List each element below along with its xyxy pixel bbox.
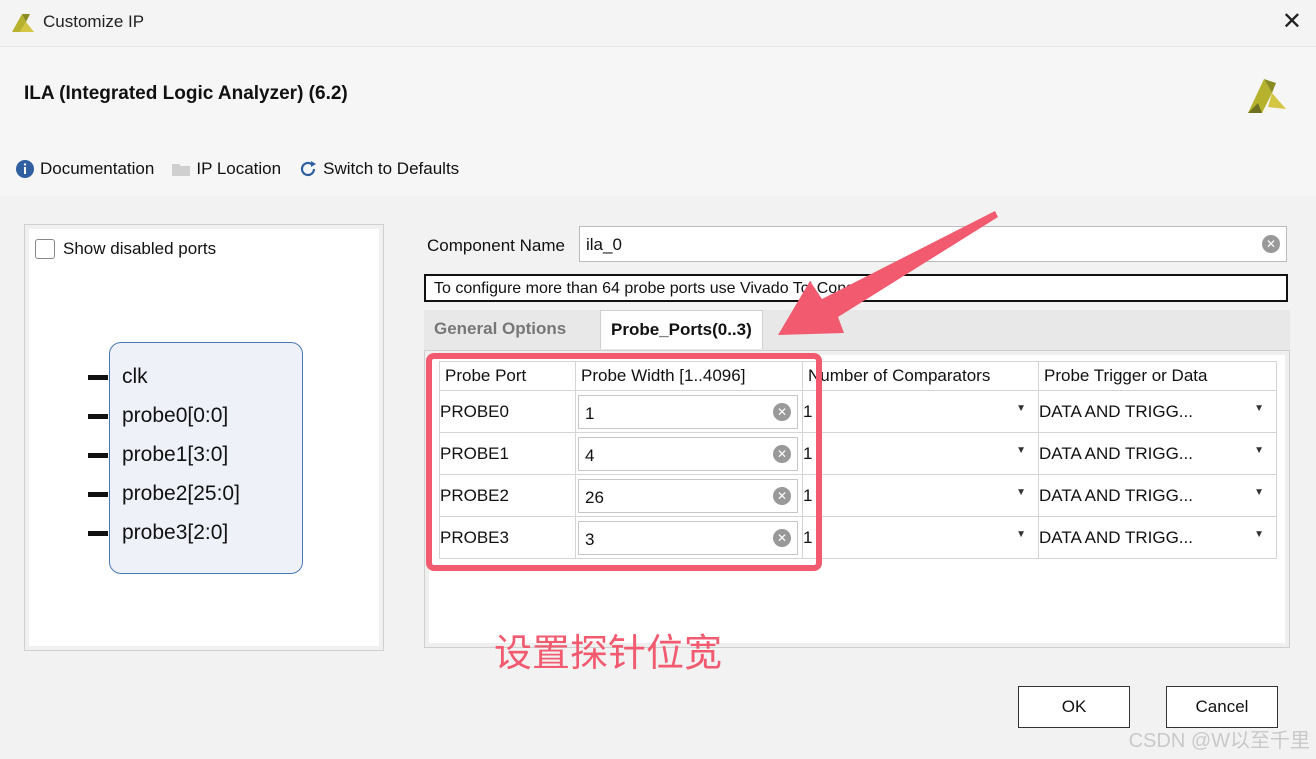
pin [88,374,108,380]
show-disabled-label: Show disabled ports [63,239,217,258]
trigger-dropdown[interactable]: DATA AND TRIGG... ▼ [1038,516,1277,559]
trigger-value: DATA AND TRIGG... [1039,485,1193,505]
close-icon[interactable]: ✕ [1282,8,1302,36]
comparators-dropdown[interactable]: 1 ▼ [802,516,1039,559]
highlight-box [426,353,822,571]
ip-location-label: IP Location [196,159,282,178]
clear-icon[interactable]: ✕ [1262,235,1280,253]
port-label: probe2[25:0] [122,482,240,505]
dropdown-arrow-icon: ▼ [1016,445,1026,456]
pin [88,491,108,497]
port-probe1: probe1[3:0] [88,443,228,467]
documentation-button[interactable]: Documentation [16,159,154,179]
port-clk: clk [88,365,148,389]
pin [88,413,108,419]
col-trigger: Probe Trigger or Data [1038,361,1277,391]
trigger-value: DATA AND TRIGG... [1039,401,1193,421]
trigger-value: DATA AND TRIGG... [1039,527,1193,547]
dropdown-arrow-icon: ▼ [1016,529,1026,540]
dropdown-arrow-icon: ▼ [1254,403,1264,414]
annotation-text: 设置探针位宽 [494,633,723,675]
pin [88,530,108,536]
checkbox-box[interactable] [35,239,55,259]
title-bar: Customize IP ✕ [0,0,1316,46]
toolbar: Documentation IP Location Switch to Defa… [16,159,459,179]
xilinx-logo-icon [1248,79,1286,113]
port-label: clk [122,365,148,388]
cancel-button[interactable]: Cancel [1166,686,1278,728]
ip-symbol: clk probe0[0:0] probe1[3:0] probe2[25:0]… [88,342,303,574]
port-probe2: probe2[25:0] [88,482,240,506]
vivado-logo-icon [12,14,34,32]
pin [88,452,108,458]
dropdown-arrow-icon: ▼ [1254,445,1264,456]
dropdown-arrow-icon: ▼ [1016,403,1026,414]
component-name-label: Component Name [427,236,565,255]
comparators-dropdown[interactable]: 1 ▼ [802,432,1039,475]
window-title: Customize IP [43,12,145,31]
dropdown-arrow-icon: ▼ [1254,529,1264,540]
switch-defaults-label: Switch to Defaults [323,159,460,178]
col-comparators: Number of Comparators [802,361,1039,391]
port-label: probe0[0:0] [122,404,229,427]
tab-general-options[interactable]: General Options [424,310,576,348]
refresh-icon [301,161,317,177]
symbol-panel: Show disabled ports clk probe0[0:0] prob… [24,224,384,651]
port-label: probe3[2:0] [122,521,229,544]
documentation-label: Documentation [40,159,155,178]
info-icon [16,160,34,178]
port-label: probe1[3:0] [122,443,229,466]
trigger-dropdown[interactable]: DATA AND TRIGG... ▼ [1038,432,1277,475]
dropdown-arrow-icon: ▼ [1016,487,1026,498]
dropdown-arrow-icon: ▼ [1254,487,1264,498]
trigger-dropdown[interactable]: DATA AND TRIGG... ▼ [1038,474,1277,517]
show-disabled-ports-checkbox[interactable]: Show disabled ports [35,239,216,259]
trigger-dropdown[interactable]: DATA AND TRIGG... ▼ [1038,390,1277,433]
folder-icon [172,164,191,176]
dialog-header: ILA (Integrated Logic Analyzer) (6.2) Do… [0,46,1316,197]
ip-location-button[interactable]: IP Location [172,159,281,179]
annotation-arrow-icon [778,211,998,335]
tab-probe-ports[interactable]: Probe_Ports(0..3) [600,310,763,349]
component-name-value: ila_0 [586,235,622,254]
switch-defaults-button[interactable]: Switch to Defaults [299,159,459,179]
comparators-dropdown[interactable]: 1 ▼ [802,474,1039,517]
port-probe0: probe0[0:0] [88,404,228,428]
watermark: CSDN @W以至千里 [1128,730,1310,752]
port-probe3: probe3[2:0] [88,521,228,545]
trigger-value: DATA AND TRIGG... [1039,443,1193,463]
comparators-dropdown[interactable]: 1 ▼ [802,390,1039,433]
ok-button[interactable]: OK [1018,686,1130,728]
ip-name: ILA (Integrated Logic Analyzer) (6.2) [24,83,348,104]
